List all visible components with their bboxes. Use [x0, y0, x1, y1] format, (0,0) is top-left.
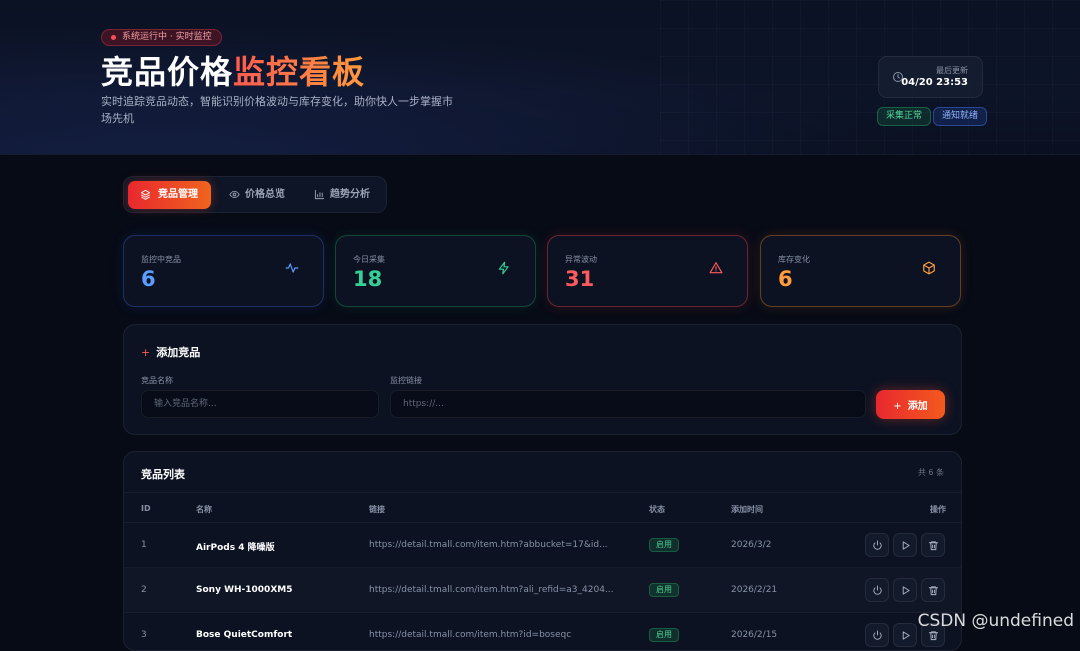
stat-value: 6: [778, 267, 793, 291]
column-header-date: 添加时间: [731, 504, 763, 515]
row-date: 2026/2/15: [731, 630, 777, 640]
system-status-pill: 系统运行中 · 实时监控: [101, 29, 222, 46]
hero-header: 系统运行中 · 实时监控 竞品价格监控看板 实时追踪竞品动态，智能识别价格波动与…: [0, 0, 1080, 155]
row-id: 2: [141, 585, 147, 595]
box-icon: [922, 261, 936, 275]
toggle-power-button[interactable]: [865, 533, 889, 557]
hero-grid-decoration: [660, 0, 1080, 155]
stat-label: 今日采集: [353, 254, 385, 265]
column-header-url: 链接: [369, 504, 385, 515]
power-icon: [872, 540, 883, 551]
status-badge: 启用: [649, 538, 679, 552]
stat-card-anomaly: 异常波动 31: [547, 235, 748, 307]
tab-label: 趋势分析: [330, 181, 370, 209]
notify-status-chip: 通知就绪: [933, 107, 987, 126]
tab-price-overview[interactable]: 价格总览: [222, 181, 296, 209]
tab-label: 竞品管理: [158, 181, 198, 209]
play-icon: [900, 540, 911, 551]
last-update-label: 最后更新: [936, 65, 968, 76]
url-field-label: 监控链接: [390, 375, 422, 386]
column-header-status: 状态: [649, 504, 665, 515]
bar-chart-icon: [314, 189, 325, 200]
row-date: 2026/3/2: [731, 540, 771, 550]
last-update-time: 04/20 23:53: [901, 77, 968, 88]
row-date: 2026/2/21: [731, 585, 777, 595]
eye-icon: [229, 189, 240, 200]
stat-card-stock-change: 库存变化 6: [760, 235, 961, 307]
add-competitor-title-text: 添加竞品: [156, 346, 200, 359]
status-text: 系统运行中 · 实时监控: [122, 32, 212, 42]
monitor-url-input[interactable]: [390, 390, 866, 418]
stat-value: 18: [353, 267, 382, 291]
stat-label: 库存变化: [778, 254, 810, 265]
name-field-label: 竞品名称: [141, 375, 173, 386]
table-row: 2 Sony WH-1000XM5 https://detail.tmall.c…: [124, 568, 962, 613]
trash-icon: [928, 540, 939, 551]
add-competitor-button[interactable]: + 添加: [876, 390, 945, 419]
competitor-list-panel: 竞品列表 共 6 条 ID 名称 链接 状态 添加时间 操作 1 AirPods…: [123, 451, 962, 651]
plus-icon: +: [141, 346, 150, 359]
add-button-label: 添加: [908, 401, 928, 412]
table-header: ID 名称 链接 状态 添加时间 操作: [124, 492, 962, 523]
row-id: 1: [141, 540, 147, 550]
stat-value: 6: [141, 267, 156, 291]
plus-icon: +: [893, 401, 901, 412]
activity-icon: [285, 261, 299, 275]
tab-competitor-management[interactable]: 竞品管理: [128, 181, 211, 209]
layers-icon: [140, 189, 151, 200]
delete-button[interactable]: [921, 533, 945, 557]
collect-status-chip: 采集正常: [877, 107, 931, 126]
main-tabs: 竞品管理 价格总览 趋势分析: [123, 176, 387, 213]
column-header-id: ID: [141, 504, 151, 513]
stat-label: 异常波动: [565, 254, 597, 265]
add-competitor-title: + 添加竞品: [141, 344, 200, 360]
trash-icon: [928, 630, 939, 641]
zap-icon: [497, 261, 511, 275]
row-name: AirPods 4 降噪版: [196, 540, 275, 553]
row-url-link[interactable]: https://detail.tmall.com/item.htm?abbuck…: [369, 540, 619, 550]
add-competitor-panel: + 添加竞品 竞品名称 监控链接 + 添加: [123, 324, 962, 435]
delete-button[interactable]: [921, 578, 945, 602]
competitor-list-title: 竞品列表: [141, 466, 185, 482]
play-icon: [900, 585, 911, 596]
run-now-button[interactable]: [893, 533, 917, 557]
status-badge: 启用: [649, 583, 679, 597]
row-id: 3: [141, 630, 147, 640]
last-update-card: 最后更新 04/20 23:53: [878, 56, 983, 98]
stat-label: 监控中竞品: [141, 254, 181, 265]
stat-card-today-collected: 今日采集 18: [335, 235, 536, 307]
power-icon: [872, 585, 883, 596]
toggle-power-button[interactable]: [865, 623, 889, 647]
status-dot-icon: [111, 35, 116, 40]
competitor-name-input[interactable]: [141, 390, 379, 418]
row-name: Sony WH-1000XM5: [196, 585, 292, 595]
run-now-button[interactable]: [893, 623, 917, 647]
competitor-count: 共 6 条: [918, 467, 944, 478]
tab-trend-analysis[interactable]: 趋势分析: [307, 181, 381, 209]
row-name: Bose QuietComfort: [196, 630, 292, 640]
page-title: 竞品价格监控看板: [101, 52, 365, 92]
page-title-highlight: 监控看板: [233, 53, 365, 91]
stat-card-monitoring: 监控中竞品 6: [123, 235, 324, 307]
page-title-main: 竞品价格: [101, 53, 233, 91]
column-header-actions: 操作: [930, 504, 946, 515]
column-header-name: 名称: [196, 504, 212, 515]
alert-triangle-icon: [709, 261, 723, 275]
trash-icon: [928, 585, 939, 596]
run-now-button[interactable]: [893, 578, 917, 602]
tab-label: 价格总览: [245, 181, 285, 209]
stat-value: 31: [565, 267, 594, 291]
row-url-link[interactable]: https://detail.tmall.com/item.htm?ali_re…: [369, 585, 619, 595]
table-row: 1 AirPods 4 降噪版 https://detail.tmall.com…: [124, 523, 962, 568]
csdn-watermark: CSDN @undefined: [918, 611, 1074, 631]
power-icon: [872, 630, 883, 641]
table-row: 3 Bose QuietComfort https://detail.tmall…: [124, 613, 962, 651]
play-icon: [900, 630, 911, 641]
row-url-link[interactable]: https://detail.tmall.com/item.htm?id=bos…: [369, 630, 619, 640]
page-subtitle: 实时追踪竞品动态，智能识别价格波动与库存变化，助你快人一步掌握市场先机: [101, 93, 463, 127]
toggle-power-button[interactable]: [865, 578, 889, 602]
